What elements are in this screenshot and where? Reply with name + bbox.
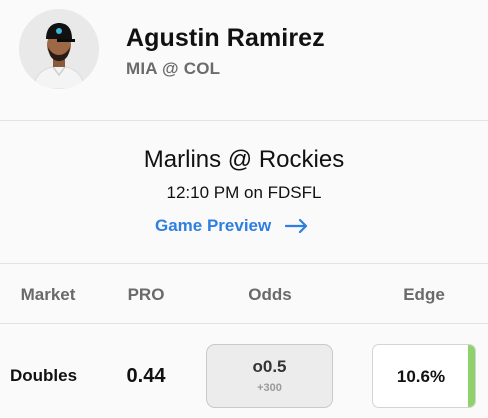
column-header-edge: Edge (403, 285, 445, 304)
market-cell: Doubles (10, 366, 78, 385)
table-header: Market PRO Odds Edge (0, 264, 488, 324)
game-time: 12:10 PM on FDSFL (166, 183, 322, 202)
table-row: Doubles 0.44 o0.5 +300 10.6% (0, 325, 488, 418)
pro-cell: 0.44 (126, 365, 166, 387)
game-preview-label: Game Preview (155, 216, 272, 235)
player-header: Agustin Ramirez MIA @ COL (0, 0, 488, 121)
edge-value: 10.6% (396, 367, 446, 386)
odds-button[interactable]: o0.5 +300 (206, 344, 333, 408)
odds-price: +300 (257, 382, 282, 394)
arrow-right-icon (285, 218, 309, 234)
column-header-pro: PRO (127, 285, 165, 304)
game-info: Marlins @ Rockies 12:10 PM on FDSFL Game… (0, 121, 488, 264)
column-header-market: Market (20, 285, 76, 304)
edge-cell: 10.6% (372, 344, 476, 408)
game-title: Marlins @ Rockies (143, 146, 345, 173)
game-preview-link[interactable]: Game Preview (155, 215, 309, 237)
column-header-odds: Odds (248, 285, 292, 304)
player-headshot-icon (19, 9, 99, 89)
odds-line: o0.5 (252, 357, 287, 376)
player-prop-card: Agustin Ramirez MIA @ COL Marlins @ Rock… (0, 0, 488, 418)
player-name: Agustin Ramirez (126, 24, 325, 52)
player-matchup: MIA @ COL (126, 59, 221, 78)
player-avatar (19, 9, 99, 89)
edge-indicator-bar (468, 345, 475, 407)
